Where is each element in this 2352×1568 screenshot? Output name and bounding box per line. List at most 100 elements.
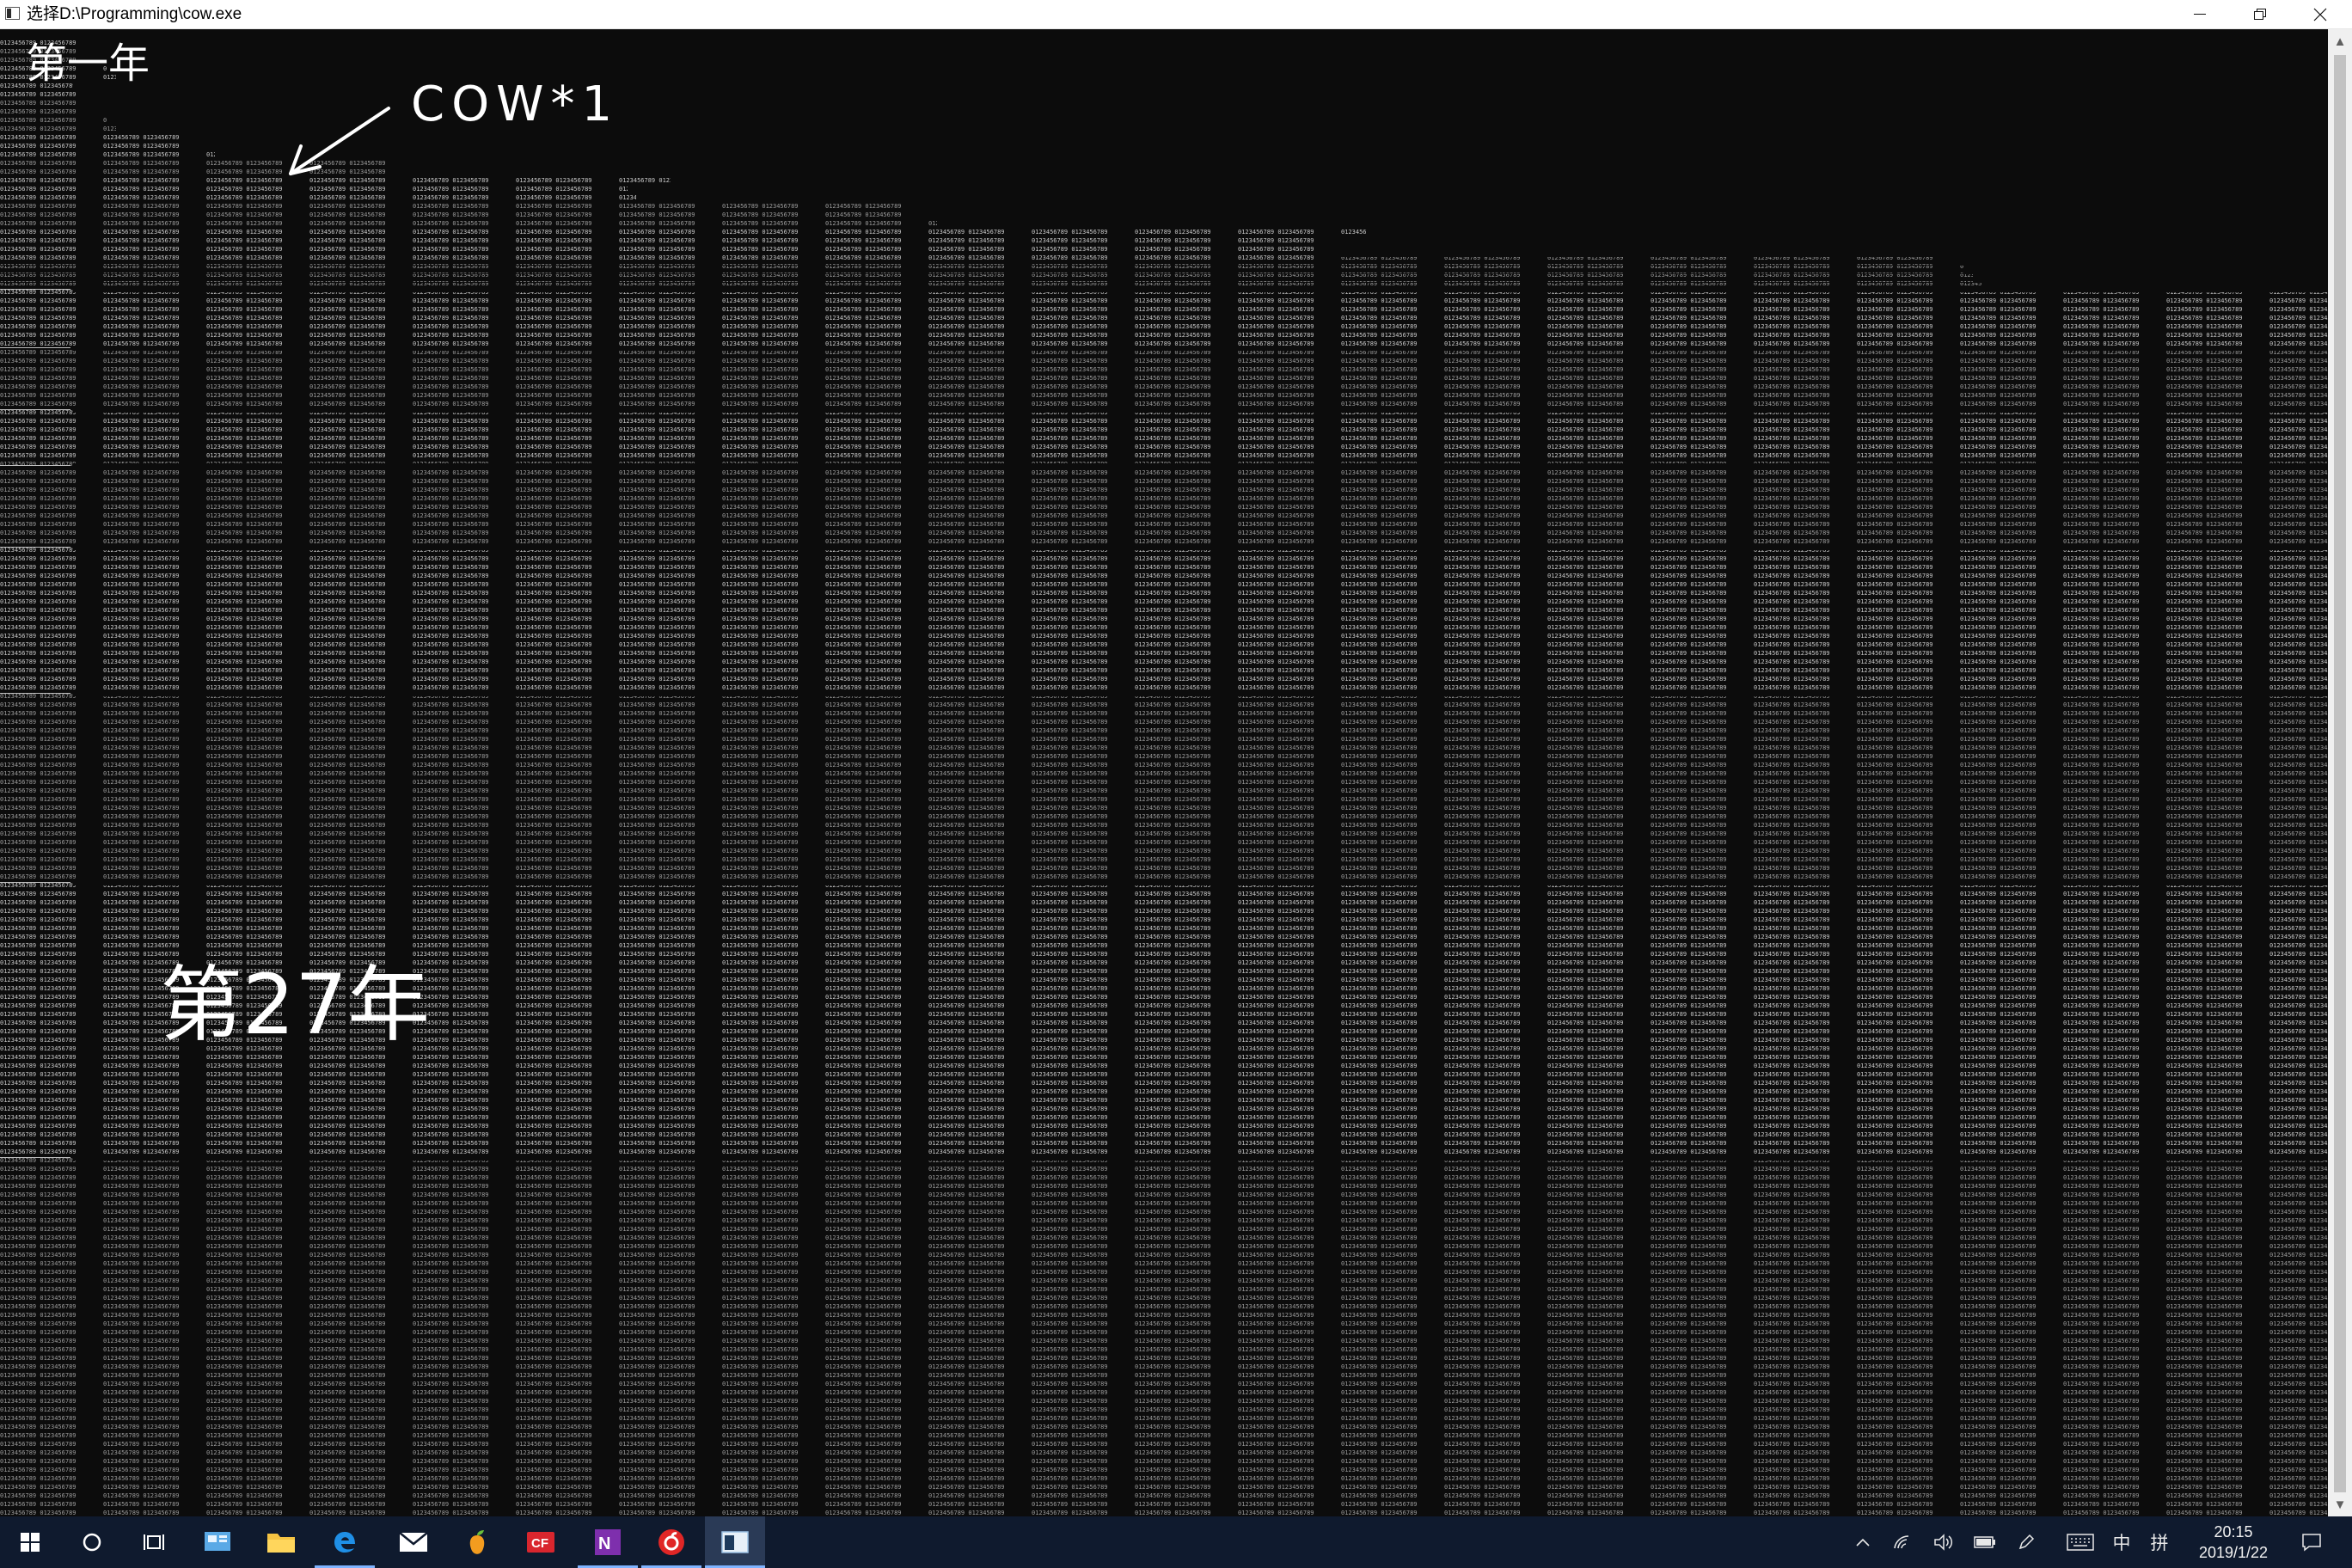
output-line (0, 528, 2328, 536)
dash-line (0, 347, 70, 348)
show-hidden-icons-button[interactable] (1848, 1516, 1877, 1568)
output-line (0, 648, 2328, 656)
restore-button[interactable] (2230, 0, 2290, 28)
volume-button[interactable] (1929, 1516, 1958, 1568)
svg-text:CF: CF (531, 1536, 548, 1551)
output-line (0, 450, 2328, 458)
output-line (0, 330, 2328, 338)
scroll-up-button[interactable]: ▲ (2328, 29, 2352, 53)
restore-icon (2254, 9, 2266, 20)
taskbar-app-mail[interactable] (383, 1516, 444, 1568)
output-line (0, 1130, 2328, 1137)
output-line (0, 760, 2328, 768)
folder-icon (267, 1534, 295, 1553)
ime-mode-indicator[interactable]: 拼 (2146, 1516, 2173, 1568)
taskbar-app-red[interactable]: CF (511, 1516, 571, 1568)
pen-workspace-button[interactable] (2012, 1516, 2041, 1568)
year-separator (73, 880, 2328, 885)
taskbar-app-console[interactable] (705, 1516, 765, 1568)
year-separator (73, 691, 2328, 696)
output-line (0, 786, 2328, 793)
output-line (0, 579, 2328, 587)
output-line (0, 1181, 2328, 1189)
console-app-icon[interactable] (5, 7, 20, 20)
touch-keyboard-button[interactable] (2063, 1516, 2098, 1568)
system-clock[interactable]: 20:15 2019/1/22 (2173, 1522, 2294, 1563)
volume-icon (1934, 1534, 1953, 1551)
action-center-button[interactable] (2290, 1516, 2333, 1568)
output-line (0, 339, 2328, 346)
output-line (0, 777, 2328, 785)
taskbar-app-onenote[interactable]: N (578, 1516, 638, 1568)
output-line (0, 1061, 2328, 1069)
cortana-circle-icon (83, 1533, 101, 1552)
taskbar: CF N 中 拼 20:15 2019/1/22 (0, 1516, 2352, 1568)
start-button[interactable] (0, 1516, 60, 1568)
edge-browser-icon (334, 1532, 355, 1553)
output-line (0, 266, 1964, 273)
scroll-thumb[interactable] (2334, 55, 2346, 1492)
output-line (0, 794, 2328, 802)
ime-language-indicator[interactable]: 中 (2108, 1516, 2135, 1568)
clock-date: 2019/1/22 (2198, 1544, 2269, 1561)
taskbar-app-file-explorer[interactable] (251, 1516, 311, 1568)
output-line (0, 1430, 2328, 1438)
output-line (0, 1405, 2328, 1412)
output-line (0, 322, 2328, 329)
output-line (0, 1284, 2328, 1292)
close-button[interactable] (2290, 0, 2350, 28)
output-line (0, 751, 2328, 759)
chevron-down-icon: ▼ (2333, 1497, 2347, 1512)
mail-icon (399, 1532, 428, 1552)
output-line (0, 940, 2328, 948)
battery-button[interactable] (1970, 1516, 2000, 1568)
output-line (0, 734, 2328, 742)
output-line (0, 373, 2328, 381)
output-line (0, 1147, 2328, 1155)
output-line (0, 949, 2328, 957)
task-view-button[interactable] (124, 1516, 184, 1568)
output-line (0, 1302, 2328, 1309)
output-line (0, 257, 1956, 265)
search-button[interactable] (62, 1516, 122, 1568)
chevron-up-icon: ▲ (2333, 34, 2347, 49)
output-line (0, 416, 2328, 424)
output-line (0, 390, 2328, 398)
output-line (0, 433, 2328, 441)
output-line (0, 115, 107, 123)
scroll-down-button[interactable]: ▼ (2328, 1492, 2352, 1516)
taskbar-app-fl-studio[interactable] (447, 1516, 507, 1568)
output-line (0, 923, 2328, 931)
output-line (0, 717, 2328, 725)
taskbar-app-netease-music[interactable] (641, 1516, 701, 1568)
output-line (0, 244, 1332, 252)
taskbar-app-control-panel[interactable] (187, 1516, 248, 1568)
output-line (0, 1121, 2328, 1129)
output-line (0, 1482, 2328, 1490)
title-bar[interactable]: 选择D:\Programming\cow.exe (0, 0, 2352, 29)
dash-line (0, 465, 70, 466)
output-line (0, 1473, 2328, 1481)
svg-text:N: N (598, 1534, 610, 1553)
output-line (0, 502, 2328, 510)
taskbar-app-edge[interactable] (315, 1516, 375, 1568)
wifi-button[interactable] (1888, 1516, 1917, 1568)
dash-line (0, 882, 70, 883)
output-line (0, 1173, 2328, 1180)
output-line (0, 1499, 2328, 1507)
minimize-button[interactable] (2170, 0, 2230, 28)
annotation-year-27: 第27年 (160, 957, 430, 1053)
output-line (0, 193, 636, 200)
vertical-scrollbar[interactable]: ▲ ▼ (2328, 29, 2352, 1516)
output-line (0, 150, 215, 157)
output-line (0, 1216, 2328, 1223)
output-line (0, 1259, 2328, 1266)
output-line (0, 708, 2328, 716)
chevron-up-icon (1856, 1538, 1870, 1547)
console-output[interactable]: 0123456789 0123456789 0123456789 0123456… (0, 29, 2328, 1516)
output-line (0, 98, 90, 106)
output-line (0, 1095, 2328, 1103)
pen-icon (2018, 1534, 2035, 1550)
output-line (0, 132, 198, 140)
output-line (0, 1104, 2328, 1112)
